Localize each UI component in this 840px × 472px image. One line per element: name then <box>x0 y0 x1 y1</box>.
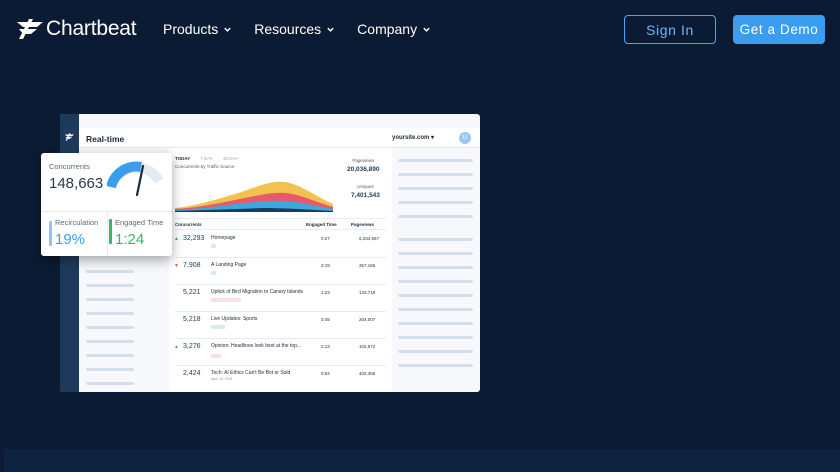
row-date: April 19, 2021 <box>211 377 233 381</box>
get-demo-button[interactable]: Get a Demo <box>733 15 825 44</box>
trend-up-icon: ▲ <box>174 344 179 350</box>
sign-in-button[interactable]: Sign In <box>624 15 716 44</box>
row-pageviews: 6,234,567 <box>359 236 380 241</box>
row-tag <box>211 325 225 329</box>
engaged-time-bar <box>109 219 112 244</box>
row-pageviews: 402,355 <box>359 371 376 376</box>
row-concurrents: 5,218 <box>183 316 201 323</box>
site-selector: yoursite.com ▾ <box>392 135 435 141</box>
row-concurrents: 5,221 <box>183 289 201 296</box>
menu-products-label: Products <box>163 21 219 37</box>
table-row: 2,424 Tech: AI Ethics Can't Be Bot or So… <box>169 366 392 392</box>
tab-today: TODAY <box>175 156 191 161</box>
row-tag <box>211 271 216 275</box>
pageviews-value: 20,036,890 <box>347 166 380 173</box>
row-tag <box>211 244 216 248</box>
row-concurrents: 3,276 <box>183 343 201 350</box>
tab-7-day: 7 DAY <box>200 156 213 161</box>
chart-caption: Concurrents by Traffic Source <box>175 164 235 169</box>
avatar: U <box>459 132 471 144</box>
col-header-concurrents: Concurrents <box>175 222 202 227</box>
chartbeat-logo-icon <box>17 19 43 39</box>
row-engaged-time: 1:23 <box>321 290 330 295</box>
chevron-down-icon <box>327 27 334 32</box>
divider <box>175 229 386 230</box>
trend-down-icon: ▼ <box>174 263 179 269</box>
recirculation-bar <box>49 221 52 246</box>
row-pageviews: 357,166 <box>359 263 376 268</box>
row-page-title: Opinion: Headlines look best at the top.… <box>211 343 302 349</box>
row-engaged-time: 3:19 <box>321 263 330 268</box>
table-row: 5,221 Uptick of Bird Migration to Canary… <box>169 285 392 311</box>
mock-main-panel: TODAY 7 DAY 30 DAY Concurrents by Traffi… <box>169 148 392 392</box>
chevron-down-icon <box>423 27 430 32</box>
main-menu: Products Resources Company <box>163 21 453 37</box>
row-page-title: Tech: AI Ethics Can't Be Bot or Sold <box>211 370 291 376</box>
recirculation-value: 19% <box>55 231 86 248</box>
menu-resources[interactable]: Resources <box>254 21 335 37</box>
concurrents-gauge-icon <box>107 161 164 197</box>
tab-30-day: 30 DAY <box>222 156 239 161</box>
table-row: ▲ 32,293 Homepage 0:27 6,234,567 <box>169 231 392 257</box>
row-tag <box>211 298 241 302</box>
row-page-title: A Landing Page <box>211 262 247 268</box>
chartbeat-logo-icon <box>64 133 75 141</box>
recirculation-label: Recirculation <box>55 218 99 227</box>
row-engaged-time: 0:45 <box>321 317 330 322</box>
row-tag <box>211 354 221 358</box>
next-section-strip <box>4 449 840 472</box>
menu-company[interactable]: Company <box>357 21 431 37</box>
uniques-value: 7,401,543 <box>351 192 380 199</box>
date-tabs: TODAY 7 DAY 30 DAY <box>175 156 248 161</box>
row-page-title: Homepage <box>211 235 236 241</box>
concurrents-label: Concurrents <box>49 162 90 171</box>
menu-resources-label: Resources <box>254 21 322 37</box>
col-header-pageviews: Pageviews <box>351 222 375 227</box>
pageviews-label: Pageviews <box>352 158 375 163</box>
row-concurrents: 7,908 <box>183 262 201 269</box>
row-pageviews: 133,718 <box>359 290 376 295</box>
metrics-card: Concurrents 148,663 Recirculation 19% En… <box>41 153 172 256</box>
menu-company-label: Company <box>357 21 418 37</box>
concurrents-value: 148,663 <box>49 175 104 192</box>
uniques-label: Uniques <box>357 184 374 189</box>
row-engaged-time: 2:13 <box>321 344 330 349</box>
row-page-title: Uptick of Bird Migration to Canary Islan… <box>211 289 303 295</box>
table-row: ▲ 3,276 Opinion: Headlines look best at … <box>169 339 392 365</box>
row-concurrents: 32,293 <box>183 235 205 242</box>
table-row: ▼ 7,908 A Landing Page 3:19 357,166 <box>169 258 392 284</box>
engaged-time-value: 1:24 <box>115 231 145 248</box>
uniques-stat: Uniques 7,401,543 <box>351 184 380 199</box>
mock-title: Real-time <box>86 134 125 144</box>
col-header-engaged-time: Engaged Time <box>306 222 337 227</box>
divider <box>107 211 108 256</box>
top-navigation: Chartbeat Products Resources Company Sig… <box>0 0 840 60</box>
pageviews-stat: Pageviews 20,036,890 <box>347 158 380 173</box>
row-pageviews: 204,007 <box>359 317 376 322</box>
menu-products[interactable]: Products <box>163 21 232 37</box>
row-concurrents: 2,424 <box>183 370 201 377</box>
chevron-down-icon <box>224 27 231 32</box>
traffic-source-area-chart <box>175 181 333 212</box>
engaged-time-label: Engaged Time <box>115 218 164 227</box>
row-pageviews: 102,672 <box>359 344 376 349</box>
row-page-title: Live Updates: Sports <box>211 316 258 322</box>
trend-up-icon: ▲ <box>174 236 179 242</box>
row-engaged-time: 0:27 <box>321 236 330 241</box>
table-row: 5,218 Live Updates: Sports 0:45 204,007 <box>169 312 392 338</box>
chartbeat-logo[interactable]: Chartbeat <box>15 17 137 41</box>
divider <box>175 218 386 219</box>
logo-text: Chartbeat <box>46 17 137 40</box>
row-engaged-time: 0:54 <box>321 371 330 376</box>
